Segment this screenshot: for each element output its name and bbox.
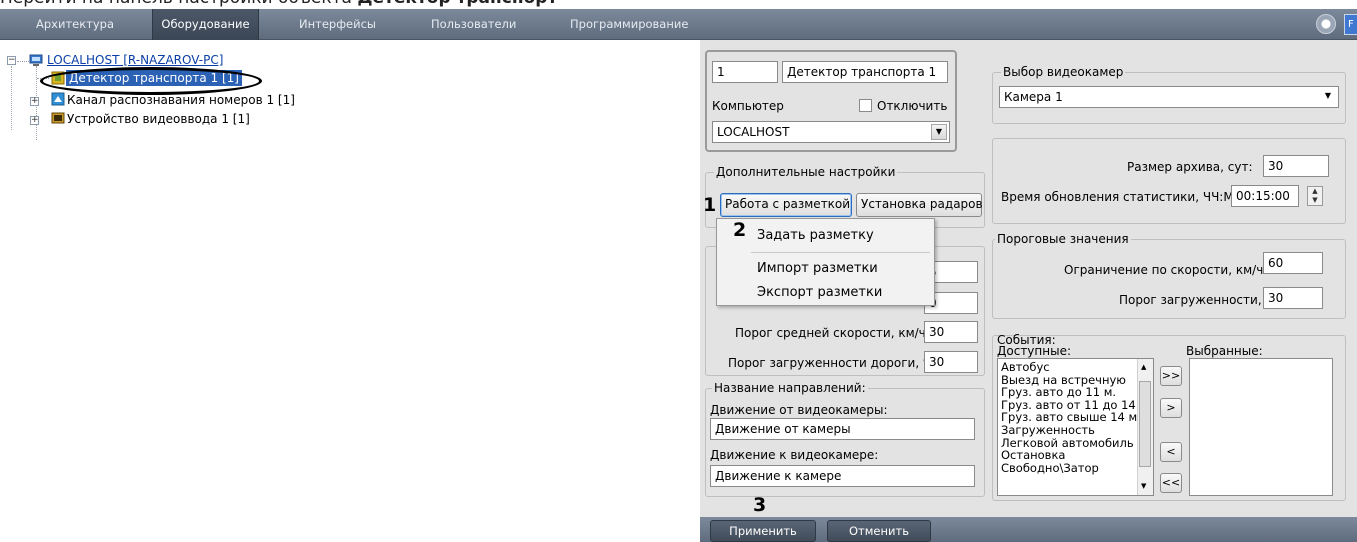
archive-size-label: Размер архива, сут: [1127, 160, 1253, 174]
list-item[interactable]: Загруженность [1001, 424, 1150, 437]
camera-select[interactable]: Камера 1 ▼ [999, 86, 1339, 108]
selected-events-list[interactable] [1189, 358, 1333, 496]
camera-selection-group: Выбор видеокамер Камера 1 ▼ [992, 65, 1346, 124]
to-camera-field[interactable]: Движение к камере [710, 465, 975, 487]
available-events-list[interactable]: Автобус Выезд на встречную Груз. авто до… [997, 358, 1154, 496]
thresholds-group: Пороговые значения Ограничение по скорос… [992, 232, 1346, 319]
tab-users[interactable]: Пользователи [425, 9, 522, 40]
top-menu-bar: Архитектура Оборудование Интерфейсы Поль… [0, 9, 1357, 40]
bottom-action-bar: Применить Отменить [700, 517, 1357, 542]
object-id-field[interactable]: 1 [712, 61, 778, 83]
list-item[interactable]: Автобус [1001, 361, 1150, 374]
remove-event-button[interactable]: < [1160, 442, 1182, 462]
tab-equipment[interactable]: Оборудование [152, 9, 259, 40]
avg-speed-field[interactable]: 30 [924, 321, 978, 343]
radar-button[interactable]: Установка радаров [856, 193, 983, 217]
expand-icon[interactable]: + [30, 116, 39, 125]
road-load-field[interactable]: 30 [924, 351, 978, 373]
available-events-label: Доступные: [997, 344, 1071, 358]
computer-icon [29, 54, 43, 66]
list-item[interactable]: Свободно\Затор [1001, 462, 1150, 475]
avg-speed-label: Порог средней скорости, км/ч [735, 326, 926, 340]
computer-select-value: LOCALHOST [717, 125, 790, 139]
page-caption: Перейти на панель настройки объекта Дете… [0, 0, 557, 8]
object-tree: − LOCALHOST [R-NAZAROV-PC] Детектор тран… [0, 40, 700, 542]
language-button[interactable]: F [1344, 14, 1357, 35]
events-group: События: Доступные: Выбранные: Автобус В… [992, 333, 1346, 501]
load-threshold-field[interactable]: 30 [1263, 287, 1323, 309]
stats-refresh-label: Время обновления статистики, ЧЧ:ММ:СС: [1001, 190, 1269, 204]
disable-checkbox[interactable] [859, 99, 872, 112]
load-threshold-label: Порог загруженности, % [1119, 293, 1277, 307]
tree-item-video-input[interactable]: Устройство видеоввода 1 [1] [67, 111, 250, 127]
step-label-1: 1 [703, 194, 717, 216]
menu-item-import-markup[interactable]: Импорт разметки [757, 261, 878, 277]
thresholds-title: Пороговые значения [995, 232, 1131, 246]
markup-button[interactable]: Работа с разметкой [720, 193, 852, 217]
cancel-button[interactable]: Отменить [827, 520, 931, 542]
from-camera-label: Движение от видеокамеры: [710, 403, 888, 417]
additional-settings-title: Дополнительные настройки [714, 165, 898, 179]
list-item[interactable]: Остановка [1001, 449, 1150, 462]
selected-events-label: Выбранные: [1186, 344, 1263, 358]
speed-limit-label: Ограничение по скорости, км/ч [1064, 263, 1264, 277]
archive-size-field[interactable]: 30 [1263, 155, 1329, 177]
apply-button[interactable]: Применить [710, 520, 816, 542]
disable-label: Отключить [877, 99, 948, 113]
computer-select[interactable]: LOCALHOST ▼ [712, 121, 950, 143]
stats-refresh-field[interactable]: 00:15:00 [1231, 185, 1299, 207]
chevron-down-icon: ▼ [1324, 91, 1332, 100]
list-item[interactable]: Груз. авто до 11 м. [1001, 386, 1150, 399]
expand-icon[interactable]: + [30, 97, 39, 106]
camera-selection-title: Выбор видеокамер [1001, 65, 1126, 79]
directions-group: Название направлений: Движение от видеок… [705, 381, 985, 497]
list-scrollbar[interactable]: ▲ ▼ [1137, 359, 1153, 495]
menu-item-set-markup[interactable]: Задать разметку [757, 228, 874, 244]
spinner-icon[interactable]: ▲ ▼ [1307, 186, 1323, 206]
menu-separator [751, 252, 930, 253]
collapse-icon[interactable]: − [7, 56, 16, 65]
scroll-down-icon[interactable]: ▼ [1141, 480, 1146, 493]
caption-text: Перейти на панель настройки объекта [0, 0, 357, 8]
add-event-button[interactable]: > [1160, 398, 1182, 418]
add-all-events-button[interactable]: >> [1160, 366, 1182, 386]
step-label-3: 3 [753, 494, 767, 516]
highlight-ellipse [40, 67, 262, 95]
scroll-thumb[interactable] [1139, 381, 1151, 467]
markup-context-menu: Задать разметку Импорт разметки Экспорт … [716, 218, 935, 306]
directions-title: Название направлений: [712, 381, 868, 395]
tab-interfaces[interactable]: Интерфейсы [293, 9, 382, 40]
object-group: 1 Детектор транспорта 1 Компьютер Отключ… [705, 50, 957, 152]
archive-group: Размер архива, сут: 30 Время обновления … [992, 138, 1346, 224]
tree-root-localhost[interactable]: LOCALHOST [R-NAZAROV-PC] [47, 52, 223, 68]
computer-label: Компьютер [712, 99, 784, 113]
road-load-label: Порог загруженности дороги, % [728, 356, 935, 370]
remove-all-events-button[interactable]: << [1160, 473, 1182, 493]
settings-gear-icon[interactable] [1316, 14, 1336, 34]
speed-limit-field[interactable]: 60 [1263, 252, 1323, 274]
to-camera-label: Движение к видеокамере: [710, 448, 879, 462]
tab-architecture[interactable]: Архитектура [30, 9, 120, 40]
caption-bold: Детектор транспорт [357, 0, 557, 8]
chevron-down-icon: ▼ [931, 124, 947, 140]
step-label-2: 2 [733, 219, 747, 241]
camera-select-value: Камера 1 [1004, 90, 1063, 104]
tab-programming[interactable]: Программирование [564, 9, 694, 40]
video-input-icon [51, 111, 65, 124]
from-camera-field[interactable]: Движение от камеры [710, 418, 975, 440]
plate-recognition-icon [51, 92, 65, 106]
object-name-field[interactable]: Детектор транспорта 1 [782, 61, 948, 83]
menu-item-export-markup[interactable]: Экспорт разметки [757, 285, 882, 301]
scroll-up-icon[interactable]: ▲ [1141, 361, 1146, 374]
